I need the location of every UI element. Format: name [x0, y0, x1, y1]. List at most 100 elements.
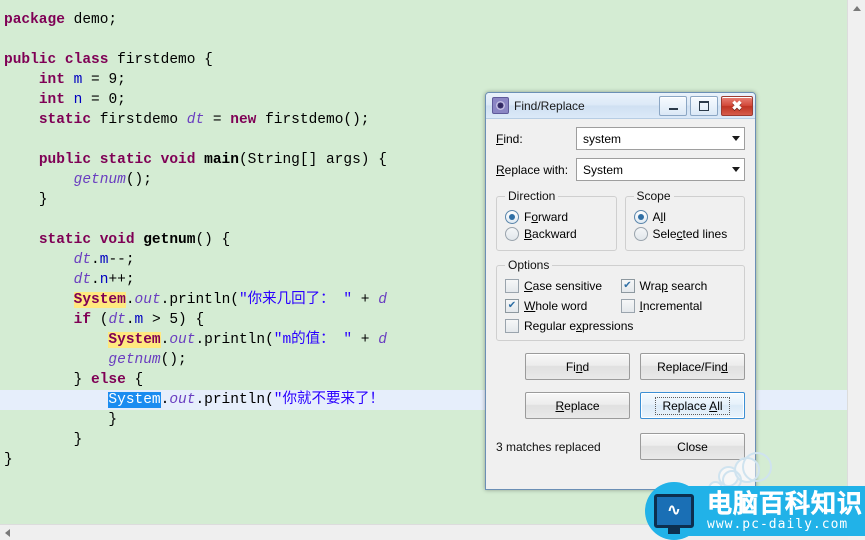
replace-button[interactable]: Replace — [525, 392, 630, 419]
radio-selected-lines[interactable]: Selected lines — [633, 227, 737, 241]
minimize-button[interactable] — [659, 95, 687, 116]
code-token: firstdemo — [91, 112, 187, 128]
radio-on-icon — [633, 210, 648, 224]
checkbox-whole-word[interactable]: ✔ Whole word — [505, 299, 621, 313]
checkbox-regular-expressions[interactable]: Regular expressions — [505, 319, 736, 333]
code-token: else — [91, 372, 126, 388]
triangle-up-icon — [852, 6, 861, 11]
scroll-left-button[interactable] — [0, 525, 15, 540]
code-token: } — [73, 432, 83, 448]
radio-all-label: All — [652, 210, 666, 224]
triangle-left-icon — [5, 528, 10, 537]
code-token: if — [73, 312, 92, 328]
checkbox-regular-expressions-label: Regular expressions — [524, 319, 634, 333]
radio-on-icon — [505, 210, 519, 224]
dialog-title: Find/Replace — [514, 98, 585, 113]
code-token: } — [4, 452, 13, 468]
replace-find-button-label: Replace/Find — [657, 359, 728, 374]
replace-combobox[interactable]: System — [576, 158, 745, 181]
radio-backward-label: Backward — [524, 227, 577, 241]
maximize-button[interactable] — [690, 95, 718, 116]
code-token: package — [4, 12, 65, 28]
radio-forward[interactable]: Forward — [505, 210, 608, 224]
code-line[interactable] — [0, 30, 848, 50]
radio-forward-label: Forward — [524, 210, 569, 224]
dialog-body: Find: system Replace with: System Direct… — [486, 119, 760, 496]
dialog-title-bar[interactable]: Find/Replace ✖ — [486, 93, 755, 119]
code-token: . — [125, 292, 135, 308]
code-token: firstdemo(); — [256, 112, 370, 128]
scroll-up-button[interactable] — [848, 0, 865, 17]
replace-dropdown-button[interactable] — [727, 167, 744, 172]
find-button[interactable]: Find — [525, 353, 630, 380]
checkbox-checked-icon: ✔ — [505, 299, 519, 313]
find-label: Find: — [496, 131, 523, 146]
replace-all-button[interactable]: Replace All — [640, 392, 745, 419]
radio-backward[interactable]: Backward — [505, 227, 608, 241]
replace-label: Replace with: — [496, 162, 569, 177]
code-token: System — [73, 292, 126, 308]
replace-button-label: Replace — [555, 398, 600, 413]
code-token: = — [82, 92, 109, 108]
find-row: Find: system — [496, 127, 745, 150]
code-token: "m的值： " — [273, 332, 353, 348]
gear-icon — [492, 97, 509, 114]
checkbox-unchecked-icon — [505, 319, 519, 333]
code-line[interactable]: public class firstdemo { — [0, 50, 848, 70]
code-token: firstdemo { — [108, 52, 213, 68]
direction-group: Direction Forward Backward — [496, 189, 617, 251]
direction-scope-groups: Direction Forward Backward Scope All Sel… — [496, 189, 745, 251]
code-token: 0; — [108, 92, 126, 108]
scope-group: Scope All Selected lines — [624, 189, 745, 251]
code-token: int — [38, 72, 65, 88]
code-token: ++; — [108, 272, 135, 288]
code-token: m — [134, 312, 144, 328]
code-token: System — [108, 392, 161, 408]
find-dropdown-button[interactable] — [727, 136, 744, 141]
chevron-down-icon — [731, 136, 740, 141]
code-token: "你就不要来了！ — [273, 392, 384, 408]
close-dialog-button[interactable]: Close — [640, 433, 745, 460]
code-token: .println( — [160, 292, 239, 308]
code-token: d — [378, 332, 387, 348]
radio-off-icon — [505, 227, 519, 241]
code-token: public static void — [38, 152, 196, 168]
checkbox-case-sensitive-label: Case sensitive — [524, 279, 603, 293]
code-token: . — [125, 312, 135, 328]
code-token: out — [169, 332, 196, 348]
code-token: 9; — [108, 72, 126, 88]
close-button[interactable]: ✖ — [721, 95, 753, 116]
find-combobox[interactable]: system — [576, 127, 745, 150]
find-input[interactable]: system — [577, 132, 727, 146]
replace-find-button[interactable]: Replace/Find — [640, 353, 745, 380]
replace-input[interactable]: System — [577, 163, 727, 177]
vertical-scrollbar[interactable] — [847, 0, 865, 525]
code-token: System — [108, 332, 161, 348]
code-token: + — [352, 292, 379, 308]
code-token: out — [169, 392, 196, 408]
code-token: = — [82, 72, 109, 88]
code-token: dt — [186, 112, 205, 128]
code-token: } — [108, 412, 118, 428]
bubble-decoration — [742, 452, 772, 482]
replace-all-button-label: Replace All — [655, 396, 730, 415]
code-line[interactable]: int m = 9; — [0, 70, 848, 90]
radio-all[interactable]: All — [633, 210, 737, 224]
code-token: = — [204, 112, 231, 128]
checkbox-whole-word-label: Whole word — [524, 299, 588, 313]
checkbox-wrap-search[interactable]: ✔ Wrap search — [620, 279, 737, 293]
direction-legend: Direction — [508, 189, 556, 203]
code-line[interactable]: package demo; — [0, 10, 848, 30]
close-dialog-button-label: Close — [677, 439, 708, 454]
checkbox-case-sensitive[interactable]: Case sensitive — [505, 279, 621, 293]
watermark-logo: 电脑百科知识 www.pc-daily.com ∿ — [645, 482, 865, 540]
code-token: + — [352, 332, 379, 348]
code-token: new — [230, 112, 257, 128]
scope-legend: Scope — [636, 189, 671, 203]
find-replace-dialog: Find/Replace ✖ Find: system Replace with… — [485, 92, 760, 496]
monitor-pulse-icon: ∿ — [645, 482, 703, 540]
code-token: main — [204, 152, 239, 168]
checkbox-incremental[interactable]: Incremental — [620, 299, 737, 313]
